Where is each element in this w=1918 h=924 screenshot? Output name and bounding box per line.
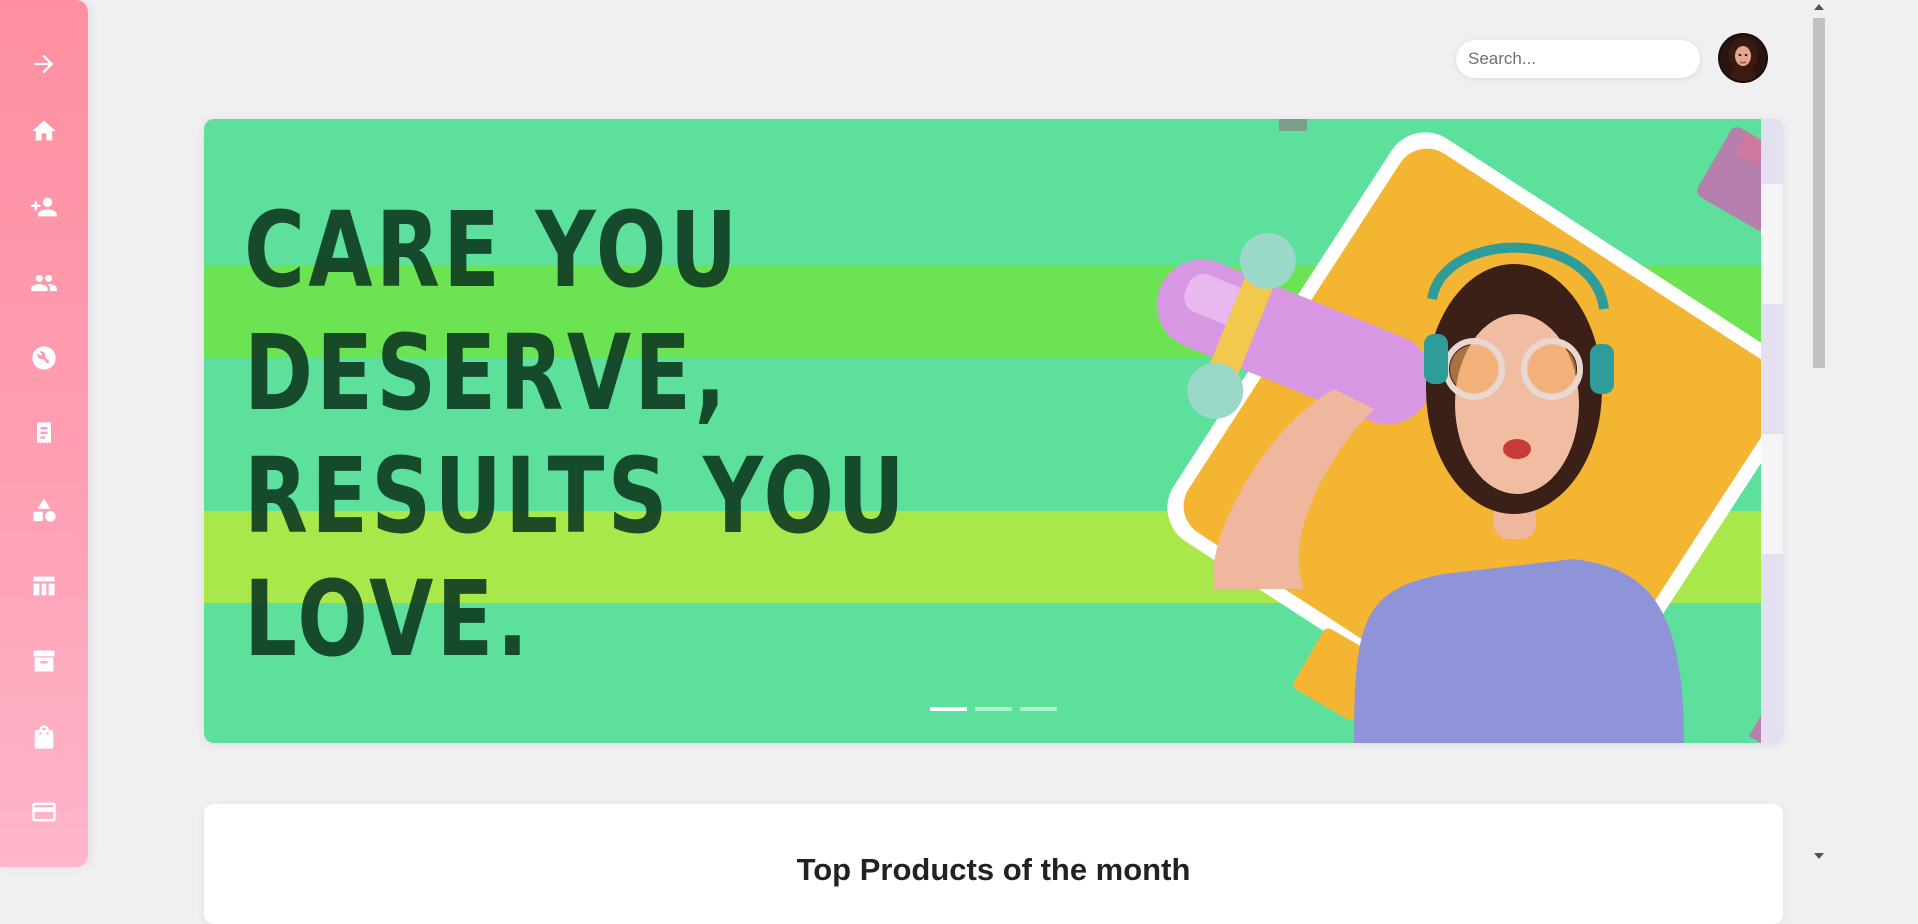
user-avatar-icon xyxy=(1720,35,1766,81)
top-products-title: Top Products of the month xyxy=(796,852,1191,887)
hero-illustration xyxy=(1156,119,1761,743)
credit-card-icon xyxy=(32,802,56,822)
scroll-down-arrow-icon[interactable] xyxy=(1814,853,1824,859)
carousel-indicators xyxy=(930,707,1057,711)
headline-line-4: LOVE. xyxy=(244,558,532,680)
add-user-icon xyxy=(31,197,57,217)
top-products-card: Top Products of the month xyxy=(204,804,1783,924)
carousel-dot-2[interactable] xyxy=(975,707,1012,711)
page-scrollbar[interactable] xyxy=(1810,0,1827,867)
banner-headline: CARE YOU DESERVE, RESULTS YOU LOVE. xyxy=(244,189,908,681)
sidebar-expand-button[interactable] xyxy=(22,42,66,86)
home-icon xyxy=(32,120,56,141)
scroll-thumb[interactable] xyxy=(1813,18,1825,368)
carousel-next-slide-peek[interactable] xyxy=(1761,119,1783,743)
sidebar-item-receipts[interactable] xyxy=(22,412,66,456)
table-icon xyxy=(33,576,55,596)
search-input[interactable] xyxy=(1456,40,1700,78)
headline-line-2: DESERVE, xyxy=(244,312,730,434)
carousel-dot-3[interactable] xyxy=(1020,707,1057,711)
sidebar-item-users[interactable] xyxy=(22,261,66,305)
sidebar-item-tables[interactable] xyxy=(22,564,66,608)
scroll-up-arrow-icon[interactable] xyxy=(1814,4,1824,10)
receipt-icon xyxy=(37,422,51,444)
hero-banner: CARE YOU DESERVE, RESULTS YOU LOVE. xyxy=(204,119,1783,743)
sidebar xyxy=(0,0,88,867)
sidebar-item-settings[interactable] xyxy=(22,336,66,380)
headline-line-3: RESULTS YOU xyxy=(244,435,909,557)
shapes-icon xyxy=(33,498,56,522)
deco-square xyxy=(1697,127,1761,231)
sidebar-item-payments[interactable] xyxy=(22,790,66,834)
deco-square xyxy=(1279,119,1307,131)
arrow-right-icon xyxy=(34,54,54,74)
headline-line-1: CARE YOU xyxy=(244,189,741,311)
avatar[interactable] xyxy=(1720,35,1766,81)
deco-square xyxy=(1748,711,1761,743)
users-icon xyxy=(31,274,57,292)
sidebar-item-add-user[interactable] xyxy=(22,185,66,229)
shopping-bag-icon xyxy=(34,725,54,749)
sidebar-item-archive[interactable] xyxy=(22,639,66,683)
archive-icon xyxy=(33,650,55,672)
sidebar-item-shop[interactable] xyxy=(22,715,66,759)
wrench-icon xyxy=(32,346,56,370)
carousel-dot-1[interactable] xyxy=(930,707,967,711)
sidebar-item-home[interactable] xyxy=(22,109,66,153)
sidebar-item-shapes[interactable] xyxy=(22,488,66,532)
